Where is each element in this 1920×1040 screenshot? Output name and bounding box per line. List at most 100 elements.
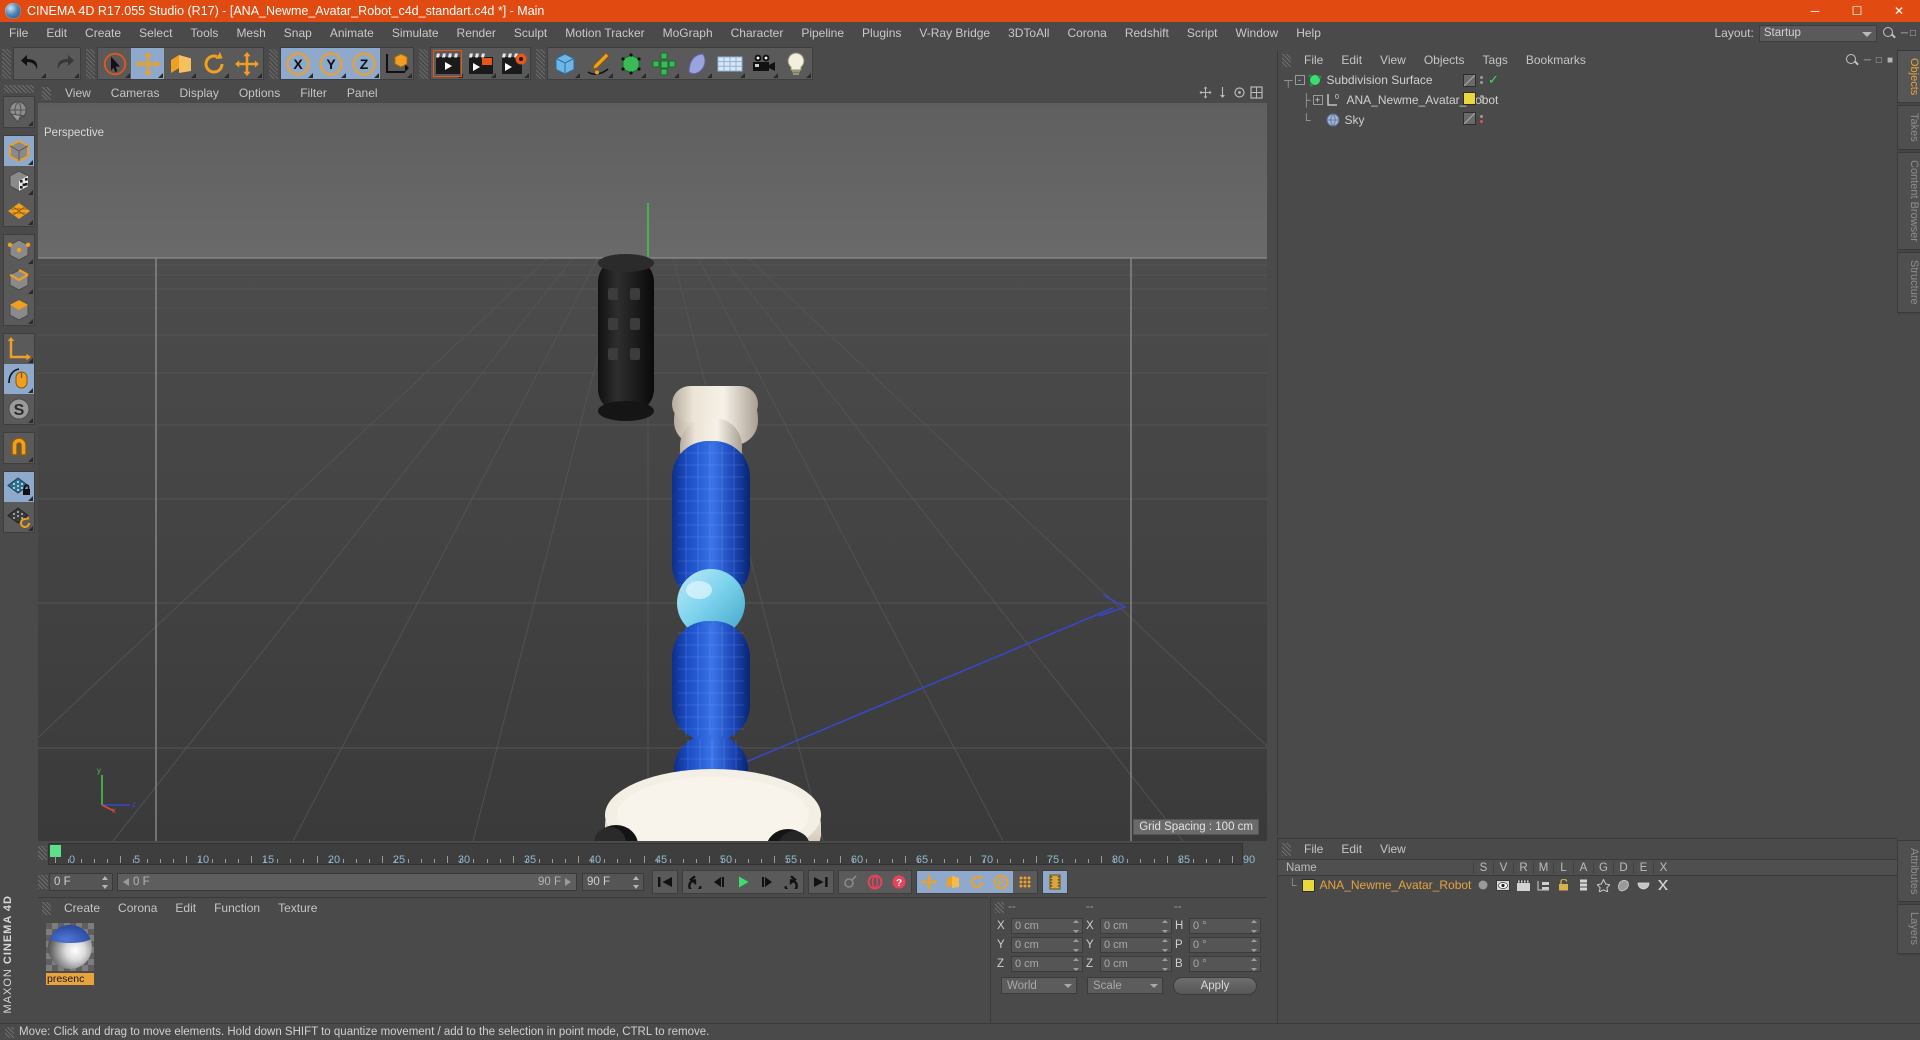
timeline-ruler[interactable]: 0 5 10 15 20 25 30 35 40 45 50 55 60 65 70 75 80 85 90 (48, 843, 1255, 866)
dropdown-corner-icon[interactable] (773, 73, 778, 78)
menu-item-mograph[interactable]: MoGraph (654, 22, 722, 44)
visibility-tag-icon[interactable] (1463, 112, 1476, 125)
material-menu-edit[interactable]: Edit (166, 901, 205, 915)
viewport-canvas[interactable]: Perspective Grid Spacing : 100 cm y z x (38, 103, 1267, 841)
light-button[interactable] (779, 48, 812, 79)
viewport-menu-view[interactable]: View (55, 86, 101, 100)
animation-icon[interactable] (1573, 879, 1593, 891)
menu-item-simulate[interactable]: Simulate (383, 22, 448, 44)
next-keyframe-button[interactable] (779, 871, 803, 893)
dropdown-corner-icon[interactable] (341, 73, 346, 78)
object-menu-view[interactable]: View (1371, 53, 1415, 67)
object-menu-tags[interactable]: Tags (1474, 53, 1517, 67)
menu-item-character[interactable]: Character (722, 22, 793, 44)
menu-item-select[interactable]: Select (130, 22, 181, 44)
rotation-key-button[interactable] (965, 871, 989, 893)
attribute-menu-view[interactable]: View (1371, 842, 1415, 856)
coord-size-x-stepper[interactable] (1162, 919, 1169, 933)
object-search-icon[interactable] (1845, 53, 1859, 67)
snap-magnet-button[interactable] (4, 433, 34, 463)
zoom-axis-icon[interactable] (1216, 86, 1229, 99)
pan-icon[interactable] (1199, 86, 1212, 99)
dropdown-corner-icon[interactable] (28, 121, 33, 126)
lock-x-button[interactable]: X (281, 48, 314, 79)
dropdown-corner-icon[interactable] (28, 388, 33, 393)
play-button[interactable] (731, 871, 755, 893)
dropdown-corner-icon[interactable] (28, 418, 33, 423)
material-menu-function[interactable]: Function (205, 901, 269, 915)
dropdown-corner-icon[interactable] (524, 73, 529, 78)
menu-item-sculpt[interactable]: Sculpt (505, 22, 556, 44)
dropdown-corner-icon[interactable] (674, 73, 679, 78)
object-menu-file[interactable]: File (1295, 53, 1332, 67)
dropdown-corner-icon[interactable] (407, 73, 412, 78)
column-header-m[interactable]: M (1533, 861, 1553, 874)
menu-item-help[interactable]: Help (1287, 22, 1330, 44)
step-forward-button[interactable] (755, 871, 779, 893)
toolbar-grip[interactable] (536, 48, 545, 79)
object-menu-bookmarks[interactable]: Bookmarks (1517, 53, 1595, 67)
material-menu-texture[interactable]: Texture (269, 901, 326, 915)
polygons-mode-button[interactable] (4, 295, 34, 325)
dynamic-move-button[interactable] (230, 48, 263, 79)
menu-item-render[interactable]: Render (448, 22, 505, 44)
dropdown-corner-icon[interactable] (740, 73, 745, 78)
viewport-menu-cameras[interactable]: Cameras (101, 86, 170, 100)
coord-size-z-stepper[interactable] (1162, 957, 1169, 971)
redo-button[interactable] (47, 48, 80, 79)
visibility-tag-icon[interactable] (1463, 73, 1476, 87)
size-mode-dropdown[interactable]: Scale (1087, 977, 1163, 994)
dropdown-corner-icon[interactable] (257, 73, 262, 78)
object-row[interactable]: ┬ - Subdivision Surface ✓ (1278, 70, 1897, 90)
points-mode-button[interactable] (4, 235, 34, 265)
soft-selection-button[interactable]: S (4, 394, 34, 424)
menu-item-edit[interactable]: Edit (37, 22, 76, 44)
deformer-icon[interactable] (1613, 879, 1633, 892)
select-tool-button[interactable] (98, 48, 131, 79)
dropdown-corner-icon[interactable] (806, 73, 811, 78)
rotate-tool-button[interactable] (197, 48, 230, 79)
dropdown-corner-icon[interactable] (28, 526, 33, 531)
coordinate-manager-grip[interactable] (995, 901, 1004, 913)
dropdown-corner-icon[interactable] (224, 73, 229, 78)
right-tab-attributes[interactable]: Attributes (1897, 840, 1920, 903)
dropdown-corner-icon[interactable] (458, 73, 463, 78)
right-tab-objects[interactable]: Objects (1897, 50, 1920, 104)
check-icon[interactable]: ✓ (1488, 72, 1499, 88)
go-to-start-button[interactable] (653, 871, 677, 893)
generator-icon[interactable] (1593, 878, 1613, 892)
go-to-end-button[interactable] (809, 871, 833, 893)
toolbar-grip[interactable] (86, 48, 95, 79)
scene-object-button[interactable] (713, 48, 746, 79)
dropdown-corner-icon[interactable] (707, 73, 712, 78)
coord-pos-x-field[interactable]: 0 cm (1011, 917, 1083, 934)
generator-button[interactable] (614, 48, 647, 79)
viewport-menu-panel[interactable]: Panel (337, 86, 388, 100)
maximize-button[interactable]: ☐ (1836, 0, 1878, 22)
material-name-label[interactable]: presenc (46, 973, 94, 985)
viewport-menu-options[interactable]: Options (229, 86, 290, 100)
dropdown-corner-icon[interactable] (41, 73, 46, 78)
dropdown-corner-icon[interactable] (575, 73, 580, 78)
nurbs-button[interactable] (680, 48, 713, 79)
coord-size-z-field[interactable]: 0 cm (1100, 955, 1172, 972)
menu-item-v-ray-bridge[interactable]: V-Ray Bridge (910, 22, 999, 44)
dropdown-corner-icon[interactable] (491, 73, 496, 78)
lock-z-button[interactable]: Z (347, 48, 380, 79)
undo-button[interactable] (14, 48, 47, 79)
object-maximize-icon[interactable]: □ (1876, 55, 1882, 66)
viewport-menu-filter[interactable]: Filter (290, 86, 337, 100)
camera-button[interactable] (746, 48, 779, 79)
toolbar-grip[interactable] (419, 48, 428, 79)
object-manager-grip[interactable] (1282, 53, 1291, 67)
dropdown-corner-icon[interactable] (28, 319, 33, 324)
move-tool-button[interactable] (131, 48, 164, 79)
coordinate-system-dropdown[interactable]: World (1001, 977, 1077, 994)
dropdown-corner-icon[interactable] (28, 259, 33, 264)
current-frame-field[interactable]: 0 F (49, 873, 113, 891)
point-level-anim-button[interactable] (1013, 871, 1037, 893)
dropdown-corner-icon[interactable] (308, 73, 313, 78)
preview-range-right-handle[interactable] (565, 878, 571, 886)
previous-keyframe-button[interactable] (683, 871, 707, 893)
object-dots-icon[interactable] (1480, 114, 1484, 123)
